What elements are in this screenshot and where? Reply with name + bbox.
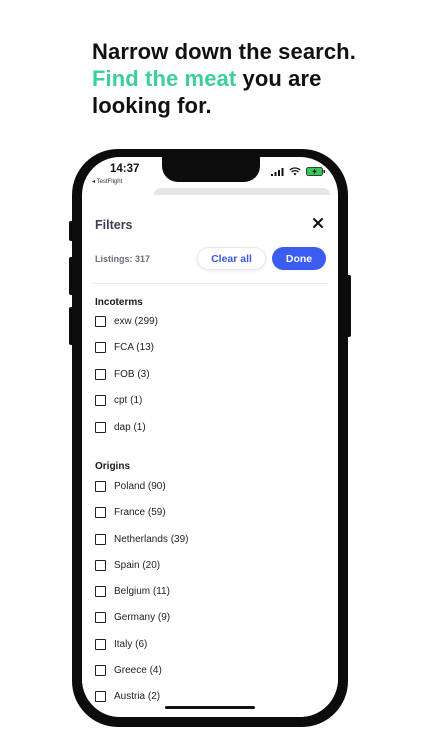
incoterm-option-fca[interactable]: FCA (13) bbox=[95, 340, 154, 354]
incoterm-option-exw[interactable]: exw (299) bbox=[95, 314, 158, 328]
option-label: Belgium (11) bbox=[114, 585, 170, 597]
checkbox[interactable] bbox=[95, 533, 106, 545]
option-label: Netherlands (39) bbox=[114, 533, 189, 545]
listings-count: Listings: 317 bbox=[95, 254, 151, 264]
origin-option-austria[interactable]: Austria (2) bbox=[95, 689, 160, 703]
option-label: Spain (20) bbox=[114, 559, 161, 571]
battery-charging-icon bbox=[306, 167, 325, 176]
option-label: dap (1) bbox=[114, 421, 146, 433]
wifi-icon bbox=[289, 167, 301, 176]
option-label: FCA (13) bbox=[114, 341, 155, 353]
option-label: Austria (2) bbox=[114, 690, 161, 702]
checkbox[interactable] bbox=[95, 341, 106, 353]
status-time: 14:37 bbox=[110, 163, 140, 175]
option-label: exw (299) bbox=[114, 315, 158, 327]
testflight-back-link[interactable]: ◂ TestFlight bbox=[92, 178, 122, 185]
origins-heading: Origins bbox=[95, 461, 131, 472]
checkbox[interactable] bbox=[95, 585, 106, 597]
origin-option-italy[interactable]: Italy (6) bbox=[95, 637, 147, 651]
origin-option-belgium[interactable]: Belgium (11) bbox=[95, 584, 170, 598]
origin-option-netherlands[interactable]: Netherlands (39) bbox=[95, 532, 188, 546]
checkbox[interactable] bbox=[95, 664, 106, 676]
checkbox[interactable] bbox=[95, 559, 106, 571]
origin-option-france[interactable]: France (59) bbox=[95, 505, 166, 519]
status-icons bbox=[271, 167, 326, 176]
headline-rest: you are bbox=[236, 66, 322, 91]
promo-headline: Narrow down the search. Find the meat yo… bbox=[92, 38, 412, 119]
checkbox[interactable] bbox=[95, 638, 106, 650]
origin-option-germany[interactable]: Germany (9) bbox=[95, 610, 170, 624]
incoterm-option-fob[interactable]: FOB (3) bbox=[95, 367, 150, 381]
checkbox[interactable] bbox=[95, 480, 106, 492]
option-label: Poland (90) bbox=[114, 480, 166, 492]
filters-sheet: Filters Listings: 317 Clear all Done Inc… bbox=[82, 195, 338, 717]
phone-screen: 14:37 ◂ TestFlight Filters Listings: 317… bbox=[82, 157, 338, 717]
origin-option-spain[interactable]: Spain (20) bbox=[95, 558, 160, 572]
origin-option-greece[interactable]: Greece (4) bbox=[95, 663, 162, 677]
checkbox[interactable] bbox=[95, 368, 106, 380]
headline-line-2: Find the meat you are bbox=[92, 65, 412, 92]
notch bbox=[162, 157, 260, 182]
filters-title: Filters bbox=[95, 218, 133, 232]
volume-up-button bbox=[69, 257, 74, 295]
incoterms-heading: Incoterms bbox=[95, 297, 143, 308]
close-icon[interactable] bbox=[311, 216, 325, 230]
headline-line-3: looking for. bbox=[92, 93, 212, 118]
headline-accent: Find the meat bbox=[92, 66, 237, 91]
option-label: cpt (1) bbox=[114, 394, 143, 406]
option-label: France (59) bbox=[114, 506, 166, 518]
home-indicator[interactable] bbox=[165, 706, 255, 709]
done-button[interactable]: Done bbox=[272, 247, 326, 270]
option-label: Greece (4) bbox=[114, 664, 162, 676]
checkbox[interactable] bbox=[95, 421, 106, 433]
checkbox[interactable] bbox=[95, 394, 106, 406]
phone-frame: 14:37 ◂ TestFlight Filters Listings: 317… bbox=[69, 149, 351, 727]
checkbox[interactable] bbox=[95, 315, 106, 327]
checkbox[interactable] bbox=[95, 690, 106, 702]
origin-option-poland[interactable]: Poland (90) bbox=[95, 479, 166, 493]
checkbox[interactable] bbox=[95, 611, 106, 623]
option-label: Germany (9) bbox=[114, 611, 171, 623]
incoterm-option-cpt[interactable]: cpt (1) bbox=[95, 393, 142, 407]
checkbox[interactable] bbox=[95, 506, 106, 518]
cellular-signal-icon bbox=[271, 167, 284, 176]
power-button bbox=[346, 275, 351, 337]
volume-down-button bbox=[69, 307, 74, 345]
incoterm-option-dap[interactable]: dap (1) bbox=[95, 420, 146, 434]
mute-switch bbox=[69, 221, 74, 241]
option-label: FOB (3) bbox=[114, 368, 150, 380]
option-label: Italy (6) bbox=[114, 638, 148, 650]
headline-line-1: Narrow down the search. bbox=[92, 39, 356, 64]
divider bbox=[92, 283, 328, 284]
clear-all-button[interactable]: Clear all bbox=[197, 247, 266, 270]
